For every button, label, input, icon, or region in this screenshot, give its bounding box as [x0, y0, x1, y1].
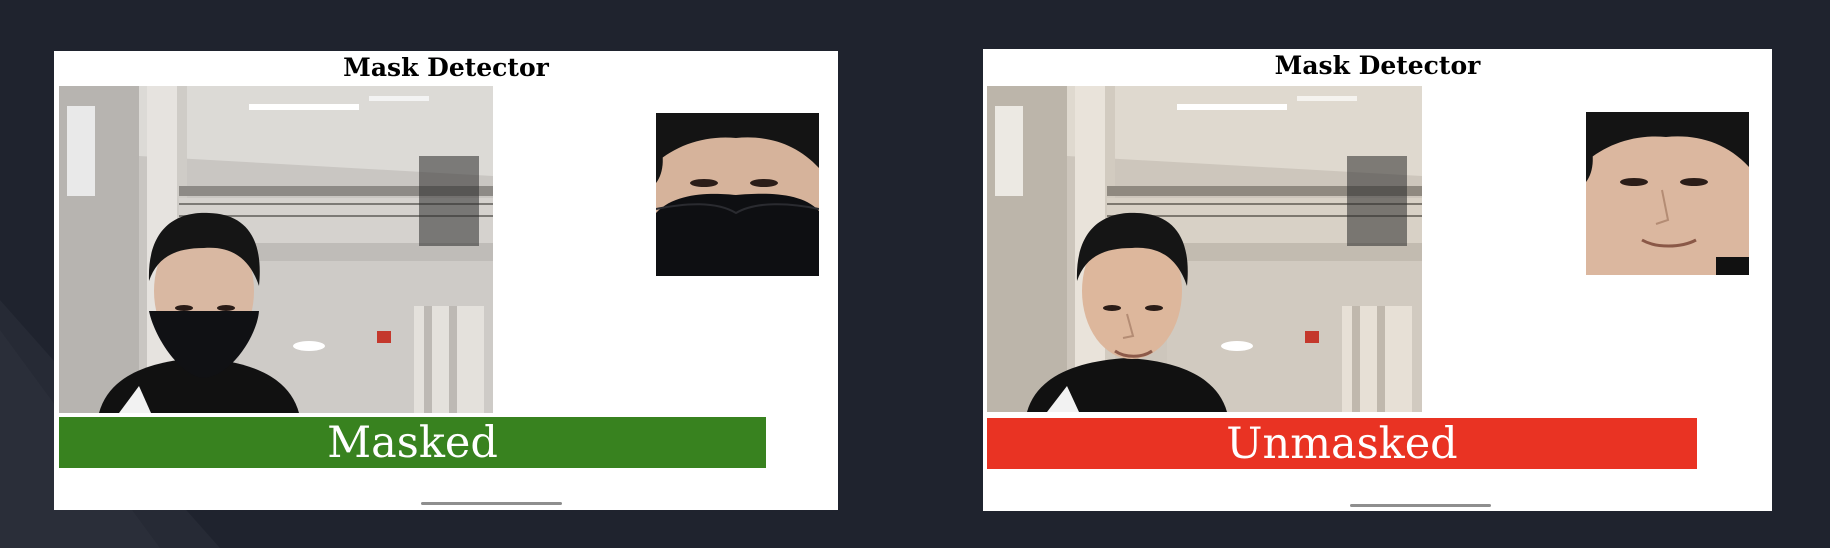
home-indicator[interactable] [421, 502, 562, 505]
detected-face-crop [1586, 112, 1749, 275]
mask-status-banner: Masked [59, 417, 766, 468]
home-indicator[interactable] [1350, 504, 1491, 507]
camera-feed-masked-person-image [59, 86, 493, 413]
app-title: Mask Detector [1274, 51, 1481, 80]
mask-detector-screen-masked: Mask Detector Masked [54, 51, 838, 510]
camera-feed-unmasked-person-image [987, 86, 1422, 412]
camera-feed [987, 86, 1422, 412]
mask-status-banner: Unmasked [987, 418, 1697, 469]
app-title: Mask Detector [343, 53, 549, 82]
detected-face-crop [656, 113, 819, 276]
mask-detector-screen-unmasked: Mask Detector Unmasked [983, 49, 1772, 511]
status-label: Masked [327, 417, 498, 468]
camera-feed [59, 86, 493, 413]
face-crop-unmasked-image [1586, 112, 1749, 275]
face-crop-masked-image [656, 113, 819, 276]
status-label: Unmasked [1226, 418, 1458, 469]
